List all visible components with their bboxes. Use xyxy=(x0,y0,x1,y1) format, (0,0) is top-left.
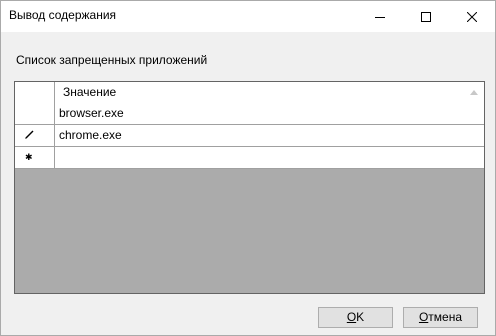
value-cell[interactable] xyxy=(56,147,484,168)
row-header[interactable] xyxy=(15,125,55,146)
ok-button[interactable]: OK xyxy=(318,307,393,328)
table-row-new[interactable]: ✱ xyxy=(15,147,484,169)
section-label: Список запрещенных приложений xyxy=(16,53,208,67)
value-cell[interactable]: chrome.exe xyxy=(56,125,484,146)
window-title: Вывод содержания xyxy=(9,8,117,22)
cancel-button[interactable]: Отмена xyxy=(403,307,478,328)
row-header[interactable]: ✱ xyxy=(15,147,55,168)
column-header-value[interactable]: Значение xyxy=(56,82,484,103)
table-row[interactable]: browser.exe xyxy=(15,103,484,125)
ok-button-accel: O xyxy=(346,310,357,324)
apps-grid[interactable]: Значение browser.exe chrome.exe ✱ xyxy=(14,81,485,294)
sort-arrow-icon xyxy=(470,90,478,95)
row-header[interactable] xyxy=(15,103,55,124)
grid-corner-cell[interactable] xyxy=(15,82,55,103)
maximize-button[interactable] xyxy=(403,1,449,32)
grid-header-row: Значение xyxy=(15,82,484,104)
maximize-icon xyxy=(421,11,431,22)
value-cell[interactable]: browser.exe xyxy=(56,103,484,124)
cancel-button-label: тмена xyxy=(428,310,463,324)
close-button[interactable] xyxy=(449,1,495,32)
ok-button-label: K xyxy=(356,310,365,324)
pencil-icon xyxy=(25,130,34,139)
cancel-button-accel: О xyxy=(418,310,429,324)
new-row-icon: ✱ xyxy=(25,152,33,162)
dialog-window: Вывод содержания Список запрещенных прил… xyxy=(0,0,496,336)
minimize-button[interactable] xyxy=(357,1,403,32)
minimize-icon xyxy=(375,16,385,18)
table-row[interactable]: chrome.exe xyxy=(15,125,484,147)
column-header-label: Значение xyxy=(63,85,117,99)
close-icon xyxy=(467,11,477,22)
title-bar[interactable]: Вывод содержания xyxy=(1,1,495,32)
